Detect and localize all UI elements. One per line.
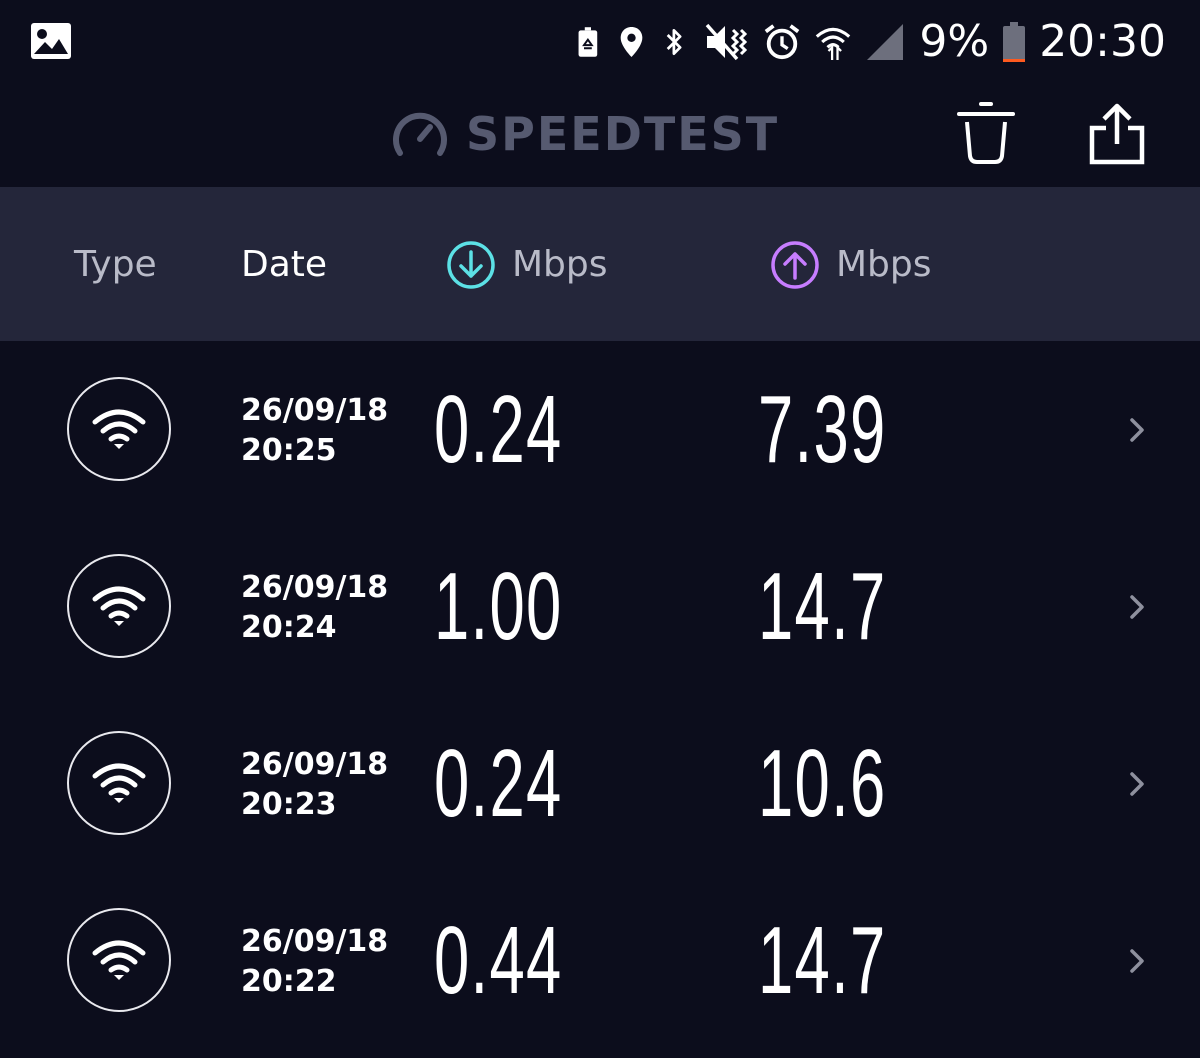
result-row[interactable]: 26/09/18 20:24 1.00 14.7 bbox=[0, 518, 1200, 695]
result-time: 20:25 bbox=[241, 433, 337, 468]
chevron-right-icon bbox=[1130, 949, 1144, 973]
results-table-header: Type Date Mbps Mbps bbox=[0, 187, 1200, 341]
result-time: 20:24 bbox=[241, 610, 337, 645]
wifi-icon bbox=[92, 763, 146, 803]
upload-arrow-icon bbox=[771, 241, 819, 289]
column-upload[interactable]: Mbps bbox=[770, 237, 932, 293]
connection-type-badge bbox=[67, 908, 171, 1012]
result-time: 20:22 bbox=[241, 964, 337, 999]
speedtest-results-screen: 9% 20:30 SPEEDTEST Type Date Mbps Mbps 2… bbox=[0, 0, 1200, 1058]
upload-speed: 14.7 bbox=[758, 553, 887, 660]
result-time: 20:23 bbox=[241, 787, 337, 822]
result-row[interactable]: 26/09/18 20:22 0.44 14.7 bbox=[0, 872, 1200, 1049]
upload-speed: 10.6 bbox=[758, 730, 887, 837]
status-bar: 9% 20:30 bbox=[0, 0, 1200, 86]
upload-speed: 14.7 bbox=[758, 907, 887, 1014]
app-bar: SPEEDTEST bbox=[0, 86, 1200, 186]
result-date: 26/09/18 bbox=[241, 570, 389, 605]
wifi-icon bbox=[92, 586, 146, 626]
connection-type-badge bbox=[67, 731, 171, 835]
result-date: 26/09/18 bbox=[241, 924, 389, 959]
connection-type-badge bbox=[67, 377, 171, 481]
location-icon bbox=[621, 27, 643, 57]
upload-unit: Mbps bbox=[836, 244, 932, 285]
download-unit: Mbps bbox=[512, 244, 608, 285]
wifi-signal-icon bbox=[816, 27, 851, 60]
clock: 20:30 bbox=[1039, 16, 1166, 67]
image-icon bbox=[31, 23, 71, 59]
battery-percent: 9% bbox=[919, 16, 990, 67]
download-speed: 0.24 bbox=[434, 376, 563, 483]
wifi-icon bbox=[92, 940, 146, 980]
column-type[interactable]: Type bbox=[74, 237, 157, 293]
battery-saver-icon bbox=[578, 27, 598, 57]
download-speed: 1.00 bbox=[434, 553, 563, 660]
status-icons: 9% 20:30 bbox=[577, 14, 1166, 70]
alarm-icon bbox=[765, 24, 800, 60]
speedometer-icon bbox=[393, 112, 447, 156]
trash-icon[interactable] bbox=[955, 100, 1017, 166]
result-date: 26/09/18 bbox=[241, 393, 389, 428]
download-arrow-icon bbox=[447, 241, 495, 289]
chevron-right-icon bbox=[1130, 595, 1144, 619]
wifi-icon bbox=[92, 409, 146, 449]
speedtest-logo: SPEEDTEST bbox=[392, 104, 779, 164]
download-speed: 0.24 bbox=[434, 730, 563, 837]
app-title: SPEEDTEST bbox=[466, 107, 780, 161]
bluetooth-icon bbox=[667, 28, 682, 56]
result-datetime: 26/09/18 20:23 bbox=[241, 745, 388, 825]
battery-icon bbox=[1003, 22, 1026, 62]
result-datetime: 26/09/18 20:22 bbox=[241, 922, 388, 1002]
result-date: 26/09/18 bbox=[241, 747, 389, 782]
vibrate-mute-icon bbox=[706, 23, 748, 61]
column-date[interactable]: Date bbox=[241, 237, 327, 293]
chevron-right-icon bbox=[1130, 418, 1144, 442]
result-row[interactable]: 26/09/18 20:25 0.24 7.39 bbox=[0, 341, 1200, 518]
connection-type-badge bbox=[67, 554, 171, 658]
column-download[interactable]: Mbps bbox=[446, 237, 608, 293]
result-row[interactable]: 26/09/18 20:23 0.24 10.6 bbox=[0, 695, 1200, 872]
results-list: 26/09/18 20:25 0.24 7.39 26/09/18 20:24 bbox=[0, 341, 1200, 1049]
share-icon[interactable] bbox=[1086, 100, 1148, 166]
download-speed: 0.44 bbox=[434, 907, 563, 1014]
result-datetime: 26/09/18 20:25 bbox=[241, 391, 388, 471]
upload-speed: 7.39 bbox=[758, 376, 887, 483]
chevron-right-icon bbox=[1130, 772, 1144, 796]
cell-signal-icon bbox=[867, 24, 904, 60]
result-datetime: 26/09/18 20:24 bbox=[241, 568, 388, 648]
